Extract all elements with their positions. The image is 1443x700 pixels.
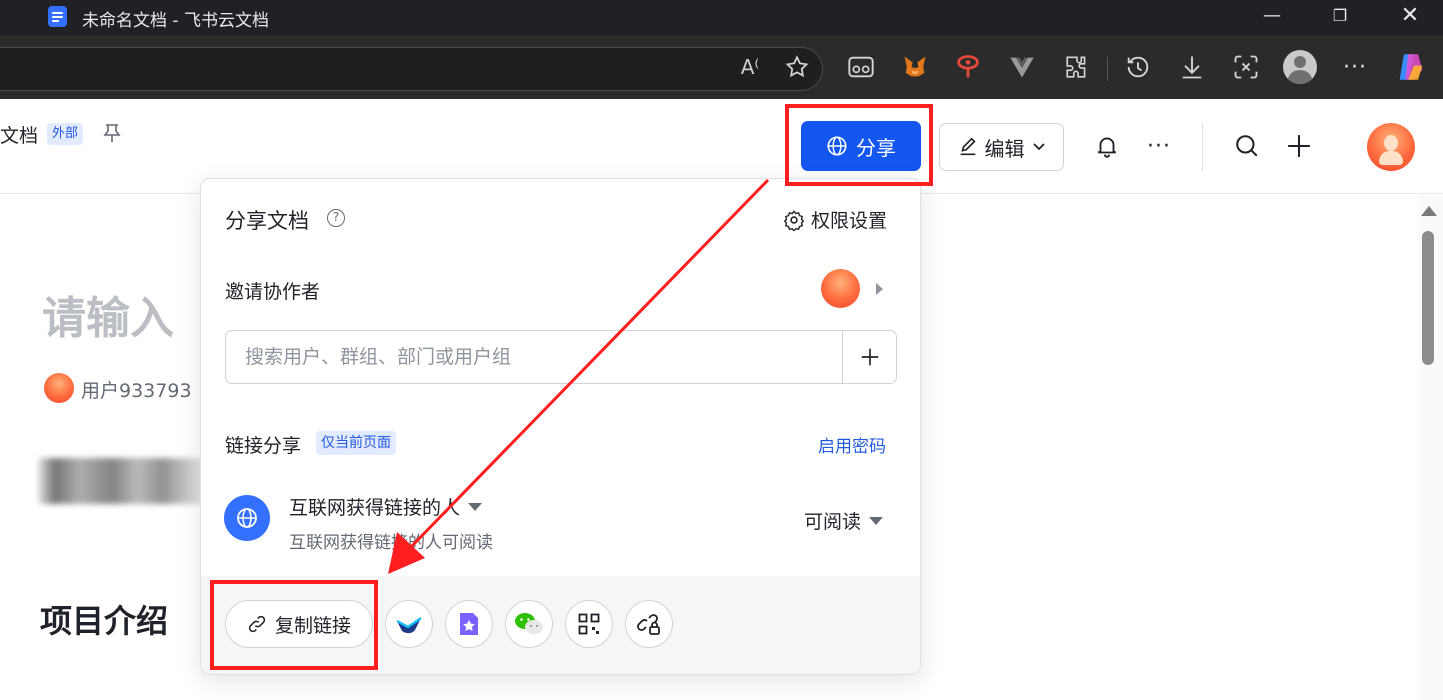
section-heading[interactable]: 项目介绍 xyxy=(40,596,168,642)
toolbar-separator xyxy=(1107,57,1108,81)
link-share-label: 链接分享 xyxy=(225,435,302,457)
help-icon[interactable]: ? xyxy=(327,209,345,227)
browser-toolbar: A⁽ ··· xyxy=(0,35,1443,99)
permission-level-label: 可阅读 xyxy=(804,511,862,533)
expand-arrow-icon[interactable] xyxy=(876,283,883,295)
scroll-up-arrow-icon[interactable] xyxy=(1421,206,1437,216)
downloads-icon[interactable] xyxy=(1174,49,1210,85)
permission-settings-button[interactable]: 权限设置 xyxy=(783,206,887,233)
redacted-content xyxy=(38,458,204,504)
doc-breadcrumb[interactable]: 文档 xyxy=(0,121,38,148)
extension-glasses-icon[interactable] xyxy=(843,49,879,85)
restore-icon[interactable]: ❐ xyxy=(1320,2,1360,30)
enable-password-link[interactable]: 启用密码 xyxy=(818,432,886,457)
minimize-icon[interactable]: — xyxy=(1252,2,1292,30)
address-bar[interactable] xyxy=(0,47,823,91)
pencil-icon xyxy=(960,137,976,156)
caret-down-icon xyxy=(468,502,483,511)
link-lock-icon[interactable] xyxy=(625,600,673,648)
notification-bell-icon[interactable] xyxy=(1092,131,1122,161)
collaborator-search-input[interactable] xyxy=(226,331,842,383)
link-scope-globe-icon xyxy=(224,495,270,541)
edit-button-label: 编辑 xyxy=(984,136,1025,161)
permission-settings-label: 权限设置 xyxy=(811,210,888,232)
more-menu-icon[interactable]: ··· xyxy=(1337,49,1373,85)
permission-level-dropdown[interactable]: 可阅读 xyxy=(804,507,884,534)
lark-messenger-icon[interactable] xyxy=(385,600,433,648)
search-icon[interactable] xyxy=(1232,131,1262,161)
extension-pin-icon[interactable] xyxy=(950,49,986,85)
user-avatar[interactable] xyxy=(1367,123,1415,171)
scrollbar-thumb[interactable] xyxy=(1422,231,1434,365)
header-separator xyxy=(1202,123,1203,171)
document-title[interactable]: 请输入 xyxy=(42,282,174,346)
link-scope-description: 互联网获得链接的人可阅读 xyxy=(289,533,493,553)
collaborator-search-box xyxy=(225,330,897,384)
document-tab-icon xyxy=(48,6,67,27)
current-page-only-tag: 仅当前页面 xyxy=(316,431,396,455)
link-scope-title: 互联网获得链接的人 xyxy=(289,497,461,519)
chevron-down-icon xyxy=(1032,143,1045,151)
caret-down-icon xyxy=(869,516,884,525)
read-aloud-icon[interactable]: A⁽ xyxy=(732,49,768,85)
copy-link-highlight xyxy=(210,580,378,670)
vue-devtools-icon[interactable] xyxy=(1004,49,1040,85)
extensions-puzzle-icon[interactable] xyxy=(1059,49,1095,85)
bookmark-doc-icon[interactable] xyxy=(445,600,493,648)
author-avatar xyxy=(44,373,74,403)
screenshot-icon[interactable] xyxy=(1228,49,1264,85)
edit-mode-button[interactable]: 编辑 xyxy=(939,123,1064,171)
metamask-fox-icon[interactable] xyxy=(897,49,933,85)
invite-collaborators-label: 邀请协作者 xyxy=(225,281,321,303)
copilot-icon[interactable] xyxy=(1393,49,1429,85)
more-options-icon[interactable]: ··· xyxy=(1144,131,1174,161)
share-button-highlight xyxy=(785,104,933,186)
plus-icon xyxy=(861,348,879,366)
gear-icon xyxy=(783,209,805,231)
profile-avatar[interactable] xyxy=(1283,50,1317,84)
qr-code-icon[interactable] xyxy=(565,600,613,648)
tab-title[interactable]: 未命名文档 - 飞书云文档 xyxy=(82,6,269,31)
collaborator-avatar[interactable] xyxy=(821,269,860,308)
add-icon[interactable] xyxy=(1284,131,1314,161)
close-icon[interactable]: ✕ xyxy=(1390,2,1430,30)
external-tag: 外部 xyxy=(47,123,84,145)
wechat-icon[interactable] xyxy=(505,600,553,648)
add-collaborator-button[interactable] xyxy=(842,331,897,383)
browser-titlebar: 未命名文档 - 飞书云文档 — ❐ ✕ xyxy=(0,0,1443,35)
favorite-star-icon[interactable] xyxy=(779,49,815,85)
link-scope-dropdown[interactable]: 互联网获得链接的人 xyxy=(289,493,483,520)
author-name[interactable]: 用户933793 xyxy=(81,376,192,403)
history-icon[interactable] xyxy=(1120,49,1156,85)
pin-icon[interactable] xyxy=(103,123,121,148)
share-panel-title: 分享文档 xyxy=(225,209,309,233)
